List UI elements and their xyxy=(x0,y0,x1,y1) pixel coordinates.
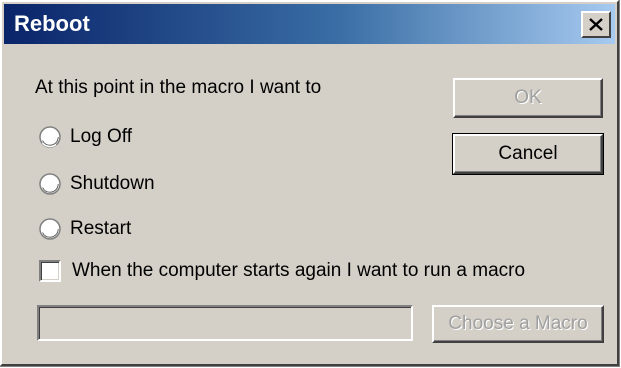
radio-restart-label[interactable]: Restart xyxy=(70,218,131,240)
run-macro-label[interactable]: When the computer starts again I want to… xyxy=(72,260,525,282)
ok-button: OK xyxy=(453,78,603,118)
reboot-dialog: Reboot At this point in the macro I want… xyxy=(0,0,620,367)
window-title: Reboot xyxy=(14,11,90,36)
close-icon xyxy=(589,18,603,31)
radio-restart[interactable] xyxy=(39,218,61,240)
radio-log-off-label[interactable]: Log Off xyxy=(70,126,132,148)
title-bar[interactable]: Reboot xyxy=(4,4,615,44)
choose-macro-button: Choose a Macro xyxy=(432,305,604,343)
prompt-label: At this point in the macro I want to xyxy=(35,77,322,98)
radio-shutdown-label[interactable]: Shutdown xyxy=(70,173,155,195)
macro-path-field xyxy=(37,305,413,341)
run-macro-checkbox[interactable] xyxy=(39,260,61,282)
radio-shutdown[interactable] xyxy=(39,173,61,195)
cancel-button[interactable]: Cancel xyxy=(452,133,604,175)
close-button[interactable] xyxy=(581,11,611,38)
radio-log-off[interactable] xyxy=(39,126,61,148)
